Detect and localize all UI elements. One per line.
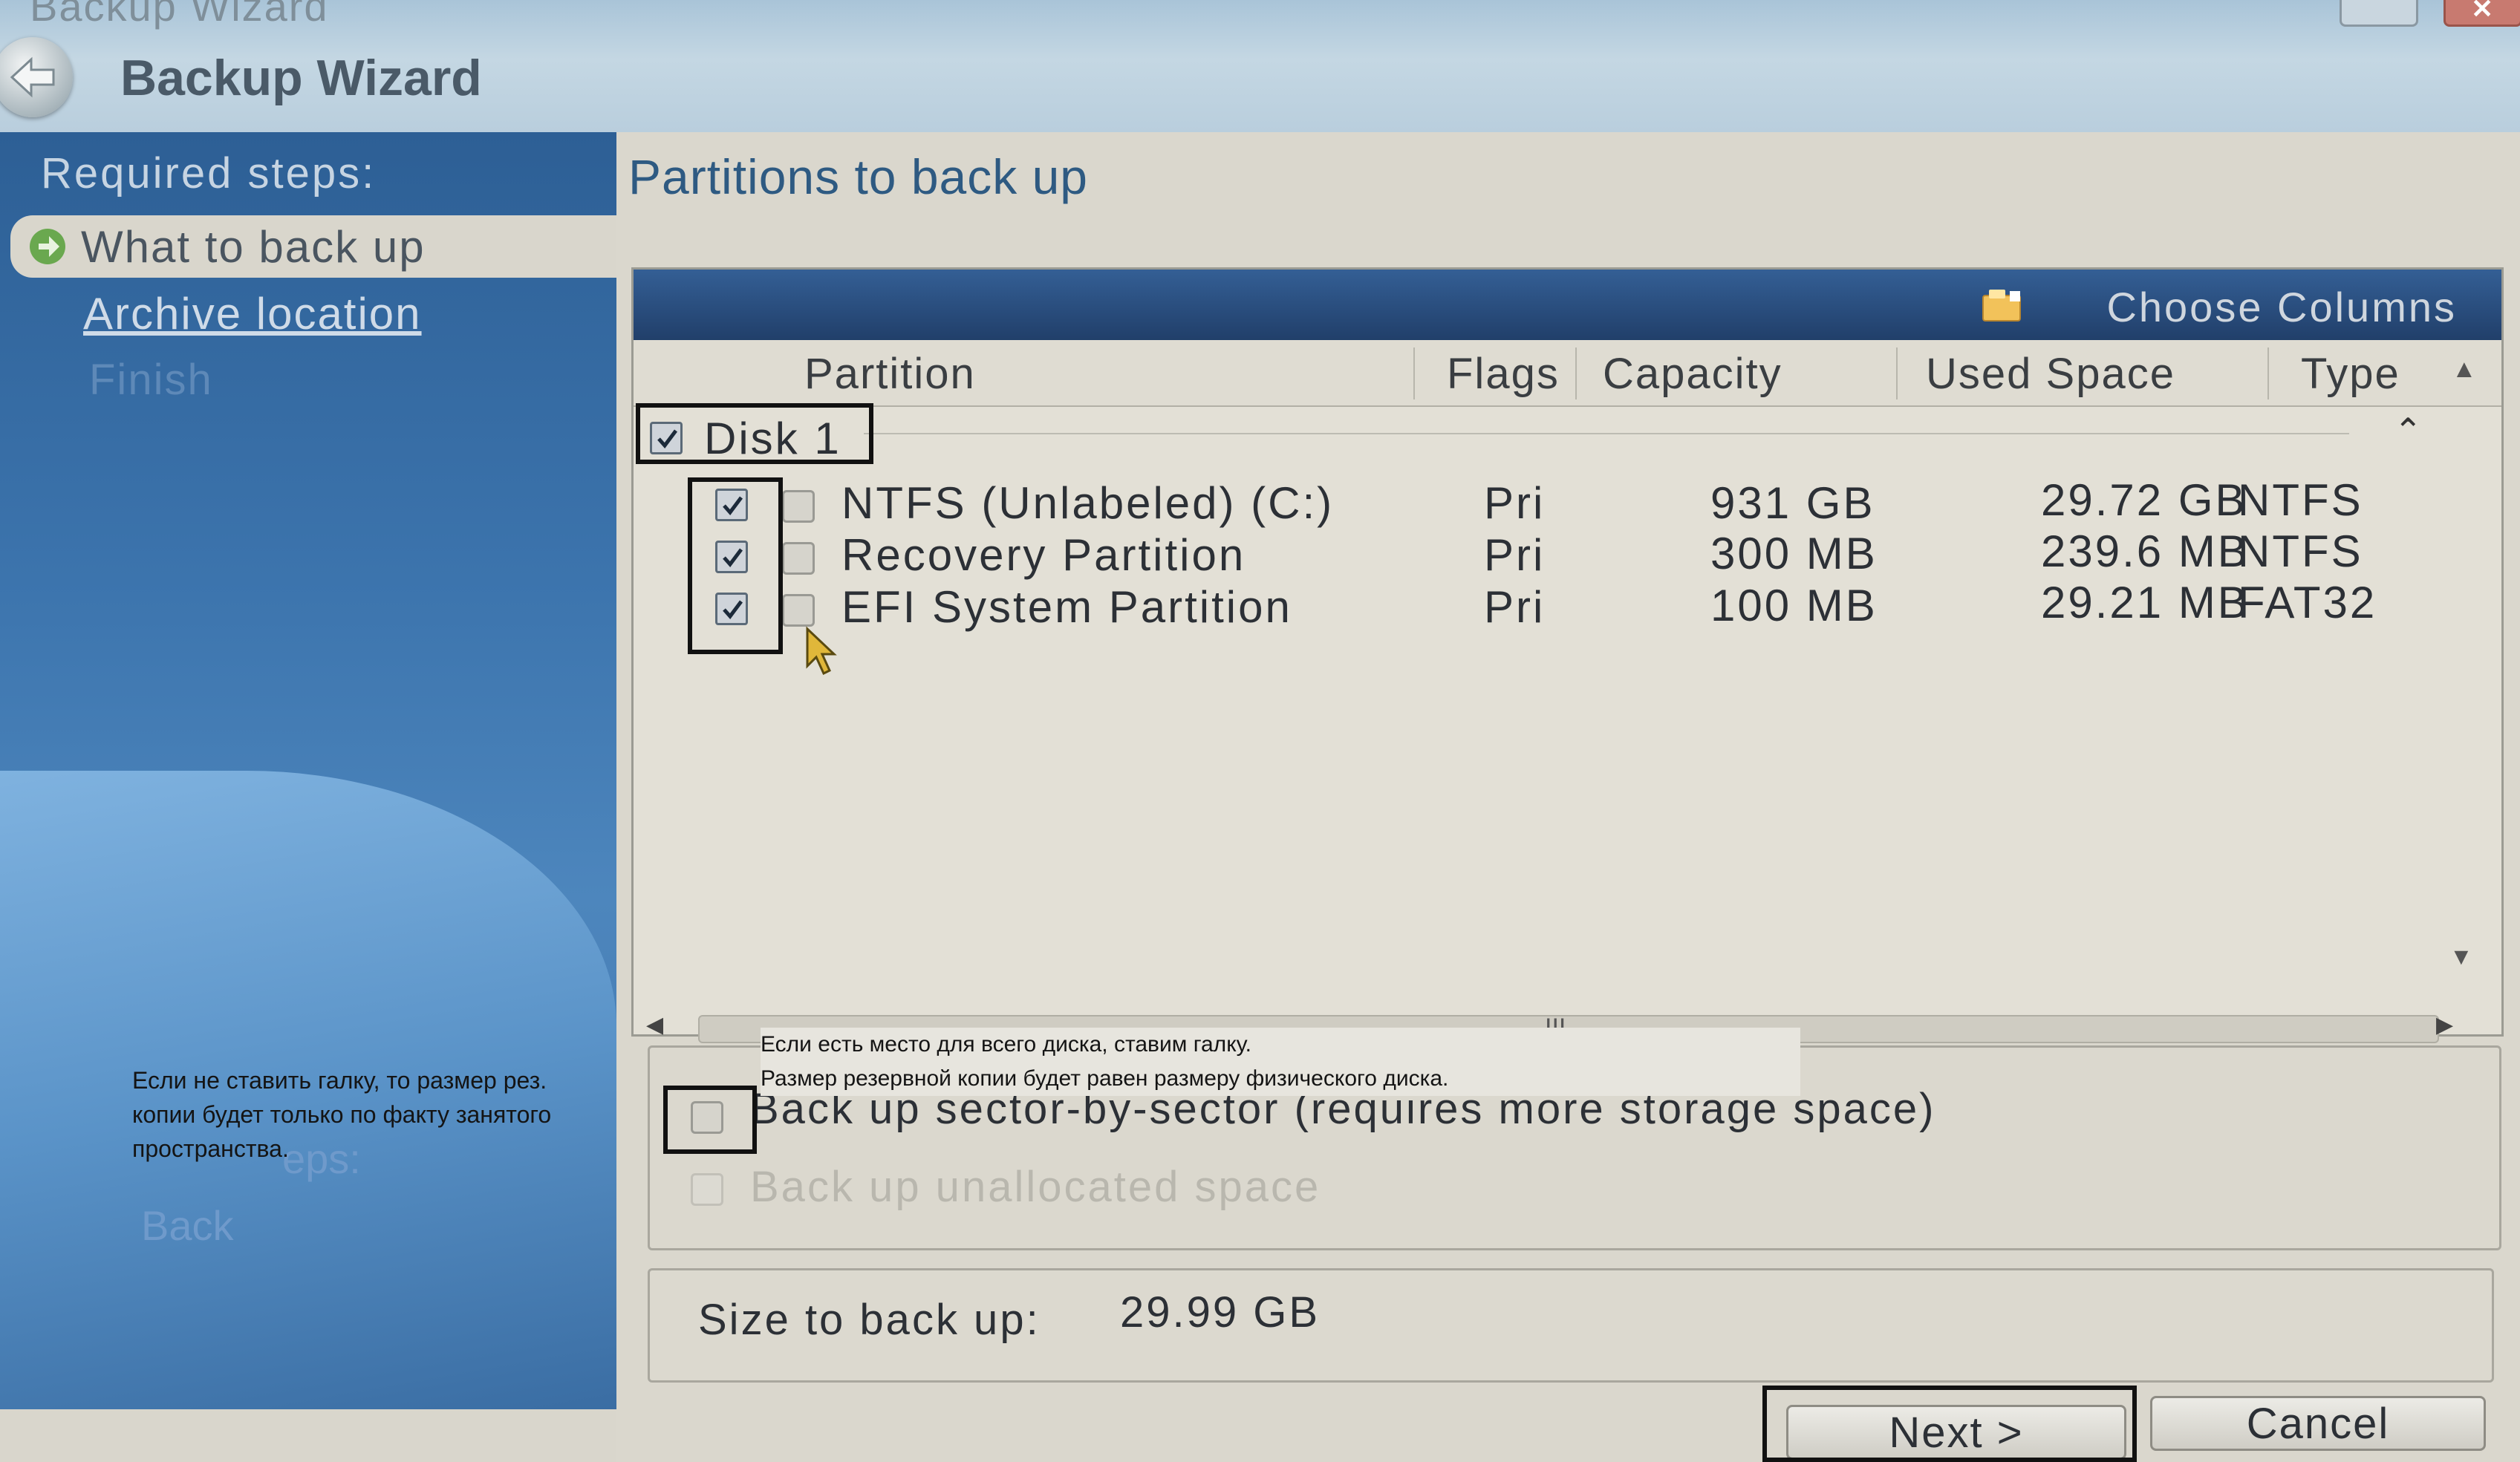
annotation-line: Размер резервной копии будет равен разме… (761, 1066, 1449, 1091)
partition-used: 239.6 MB (2041, 526, 2250, 576)
required-steps-header: Required steps: (41, 149, 377, 198)
partition-flags: Pri (1484, 582, 1546, 632)
back-arrow-icon (10, 56, 55, 98)
cancel-button[interactable]: Cancel (2150, 1396, 2486, 1451)
partition-name: Recovery Partition (841, 530, 1246, 580)
scroll-left-icon[interactable]: ◀ (646, 1012, 663, 1038)
scroll-right-icon[interactable]: ▶ (2436, 1012, 2453, 1038)
step-finish: Finish (89, 356, 213, 404)
close-button[interactable]: ✕ (2444, 0, 2520, 27)
sidebar-ghost-text: Back (141, 1202, 234, 1249)
annotation-left-note: Если не ставить галку, то размер рез. ко… (132, 1067, 552, 1162)
choose-columns-button[interactable]: Choose Columns (2106, 283, 2457, 331)
partition-name: NTFS (Unlabeled) (C:) (841, 478, 1335, 528)
sidebar: Required steps: What to back up Archive … (0, 132, 616, 1409)
wizard-title: Backup Wizard (120, 50, 482, 106)
close-icon: ✕ (2471, 0, 2494, 24)
size-value: 29.99 GB (1120, 1288, 1321, 1337)
unallocated-checkbox (691, 1173, 723, 1206)
partition-name: EFI System Partition (841, 582, 1292, 632)
highlight-next-button (1762, 1386, 2137, 1462)
step-what-to-back-up[interactable]: What to back up (10, 215, 616, 278)
highlight-partition-checkboxes (688, 477, 783, 654)
partition-drive-icon (782, 542, 815, 575)
partition-capacity: 100 MB (1710, 581, 1878, 630)
grid-header: Partition Flags Capacity Used Space Type… (634, 340, 2501, 407)
mouse-cursor-icon (806, 626, 837, 676)
step-label: What to back up (81, 222, 426, 272)
column-used-space[interactable]: Used Space (1926, 349, 2175, 399)
partition-flags: Pri (1484, 530, 1546, 580)
maximize-button[interactable] (2340, 0, 2418, 27)
scroll-up-arrow-icon[interactable]: ▲ (2452, 355, 2477, 384)
partition-type: NTFS (2238, 475, 2363, 525)
unallocated-label: Back up unallocated space (750, 1163, 1321, 1211)
partitions-grid: Choose Columns Partition Flags Capacity … (631, 267, 2504, 1037)
window-caption: Backup Wizard (30, 0, 329, 30)
column-separator[interactable] (1413, 347, 1415, 399)
choose-columns-icon (1982, 290, 2021, 322)
partition-drive-icon (782, 490, 815, 523)
annotation-right-note: Если есть место для всего диска, ставим … (761, 1028, 1800, 1096)
partition-used: 29.21 MB (2041, 578, 2250, 627)
partition-capacity: 931 GB (1710, 478, 1875, 528)
annotation-line: Если есть место для всего диска, ставим … (761, 1032, 1251, 1057)
scroll-down-arrow-icon[interactable]: ▼ (2449, 943, 2473, 970)
step-archive-location[interactable]: Archive location (83, 288, 422, 339)
back-button[interactable] (0, 37, 73, 117)
column-separator[interactable] (1896, 347, 1898, 399)
column-type[interactable]: Type (2301, 349, 2400, 399)
partition-type: NTFS (2238, 526, 2363, 576)
page-title: Partitions to back up (628, 149, 1088, 204)
collapse-caret-icon[interactable]: ⌃ (2394, 411, 2423, 451)
partition-drive-icon (782, 594, 815, 627)
column-separator[interactable] (1575, 347, 1577, 399)
column-flags[interactable]: Flags (1447, 349, 1560, 399)
title-bar: Backup Wizard Backup Wizard ✕ (0, 0, 2520, 132)
column-separator[interactable] (2267, 347, 2269, 399)
size-label: Size to back up: (698, 1296, 1041, 1344)
highlight-disk (636, 403, 873, 464)
partition-capacity: 300 MB (1710, 529, 1878, 578)
column-capacity[interactable]: Capacity (1603, 349, 1782, 399)
group-divider (864, 433, 2349, 434)
grid-toolbar: Choose Columns (634, 270, 2501, 340)
partition-type: FAT32 (2238, 578, 2377, 627)
column-partition[interactable]: Partition (804, 349, 976, 399)
highlight-sector-checkbox (663, 1086, 757, 1154)
partition-flags: Pri (1484, 478, 1546, 528)
partition-used: 29.72 GB (2041, 475, 2247, 525)
current-step-arrow-icon (30, 229, 65, 264)
